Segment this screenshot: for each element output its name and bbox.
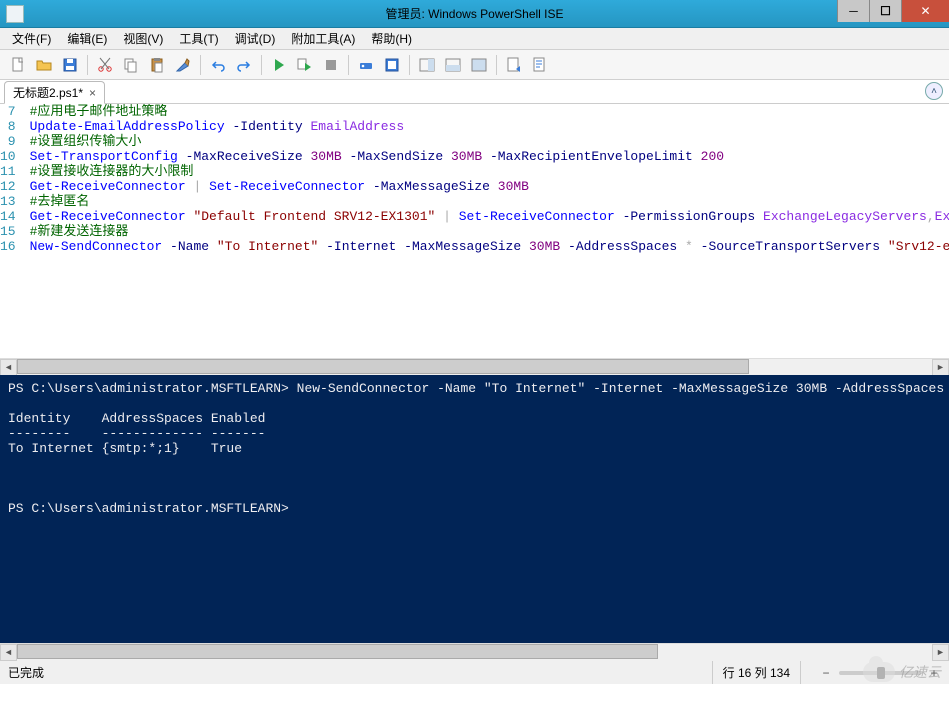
menu-tools[interactable]: 工具(T) (171, 28, 226, 49)
copy-button[interactable] (119, 53, 143, 77)
zoom-out-icon[interactable]: − (819, 666, 833, 680)
layout-right-button[interactable] (415, 53, 439, 77)
watermark: 亿速云 (863, 662, 941, 682)
editor-hscroll[interactable]: ◄ ► (0, 358, 949, 375)
console-hscroll[interactable]: ◄ ► (0, 643, 949, 660)
new-file-button[interactable] (6, 53, 30, 77)
line-number-gutter: 78910111213141516 (0, 104, 26, 254)
menu-file[interactable]: 文件(F) (4, 28, 59, 49)
script-editor[interactable]: 78910111213141516 #应用电子邮件地址策略Update-Emai… (0, 104, 949, 358)
minimize-button[interactable]: ─ (837, 0, 869, 22)
cut-button[interactable] (93, 53, 117, 77)
menu-view[interactable]: 视图(V) (115, 28, 171, 49)
save-button[interactable] (58, 53, 82, 77)
scroll-left-icon[interactable]: ◄ (0, 644, 17, 661)
script-tab[interactable]: 无标题2.ps1* × (4, 81, 105, 104)
cursor-position: 行 16 列 134 (712, 661, 801, 684)
menu-help[interactable]: 帮助(H) (363, 28, 420, 49)
menu-debug[interactable]: 调试(D) (227, 28, 284, 49)
tab-label: 无标题2.ps1* (13, 84, 83, 101)
scroll-left-icon[interactable]: ◄ (0, 359, 17, 376)
menu-addons[interactable]: 附加工具(A) (283, 28, 363, 49)
console-pane[interactable]: PS C:\Users\administrator.MSFTLEARN> New… (0, 375, 949, 643)
cloud-icon (863, 662, 895, 682)
module-button[interactable] (380, 53, 404, 77)
undo-button[interactable] (206, 53, 230, 77)
app-icon (6, 5, 24, 23)
menu-bar: 文件(F) 编辑(E) 视图(V) 工具(T) 调试(D) 附加工具(A) 帮助… (0, 28, 949, 50)
paste-button[interactable] (145, 53, 169, 77)
collapse-script-icon[interactable]: ˄ (925, 82, 943, 100)
maximize-button[interactable]: ☐ (869, 0, 901, 22)
title-bar: 管理员: Windows PowerShell ISE ─ ☐ ✕ (0, 0, 949, 28)
breakpoint-button[interactable] (354, 53, 378, 77)
stop-button[interactable] (319, 53, 343, 77)
layout-bottom-button[interactable] (441, 53, 465, 77)
run-selection-button[interactable] (293, 53, 317, 77)
status-bar: 已完成 行 16 列 134 − + (0, 660, 949, 684)
show-commands-button[interactable] (528, 53, 552, 77)
watermark-text: 亿速云 (899, 662, 941, 682)
clear-button[interactable] (171, 53, 195, 77)
show-script-button[interactable] (502, 53, 526, 77)
code-area[interactable]: #应用电子邮件地址策略Update-EmailAddressPolicy -Id… (26, 104, 949, 254)
layout-full-button[interactable] (467, 53, 491, 77)
run-script-button[interactable] (267, 53, 291, 77)
close-button[interactable]: ✕ (901, 0, 949, 22)
tab-close-icon[interactable]: × (89, 86, 96, 100)
scroll-right-icon[interactable]: ► (932, 644, 949, 661)
redo-button[interactable] (232, 53, 256, 77)
toolbar (0, 50, 949, 80)
menu-edit[interactable]: 编辑(E) (59, 28, 115, 49)
scroll-right-icon[interactable]: ► (932, 359, 949, 376)
status-text: 已完成 (8, 664, 712, 681)
open-file-button[interactable] (32, 53, 56, 77)
tab-strip: 无标题2.ps1* × ˄ (0, 80, 949, 104)
window-title: 管理员: Windows PowerShell ISE (385, 5, 563, 22)
